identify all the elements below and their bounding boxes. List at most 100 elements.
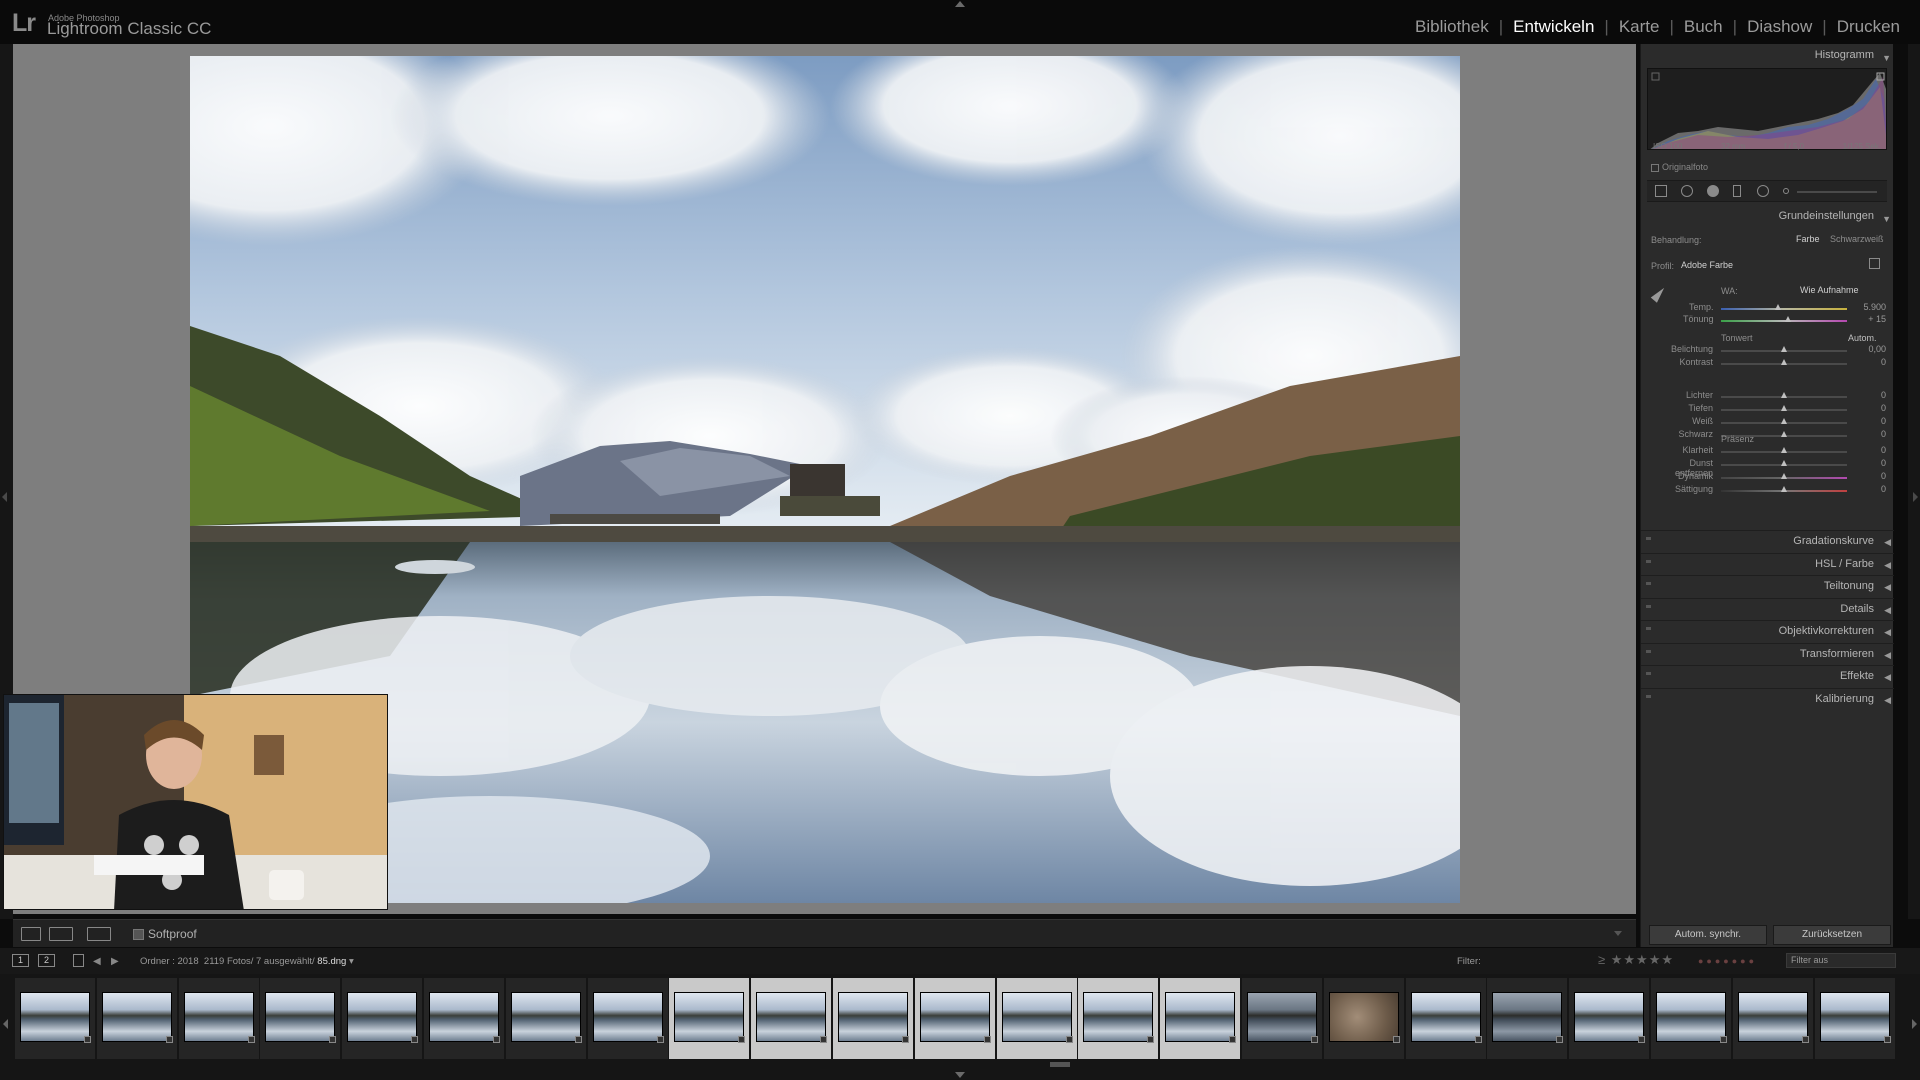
panel-switch-icon[interactable] bbox=[1646, 559, 1651, 563]
filmstrip-thumbnail[interactable] bbox=[1405, 978, 1486, 1059]
panel-header[interactable]: Teiltonung ◀ bbox=[1641, 575, 1894, 595]
slider-knob[interactable] bbox=[1781, 447, 1787, 453]
collapse-right-panel-icon[interactable] bbox=[1913, 492, 1918, 502]
filmstrip-thumbnail[interactable] bbox=[1651, 978, 1731, 1059]
yy-compare-icon[interactable] bbox=[87, 927, 111, 941]
panel-switch-icon[interactable] bbox=[1646, 604, 1651, 608]
develop-badge-icon[interactable] bbox=[1229, 1036, 1237, 1043]
expand-left-panel-icon[interactable] bbox=[2, 492, 7, 502]
develop-badge-icon[interactable] bbox=[247, 1036, 255, 1043]
temp-value[interactable]: 5.900 bbox=[1846, 302, 1886, 312]
expand-icon[interactable]: ◀ bbox=[1884, 627, 1891, 638]
panel-switch-icon[interactable] bbox=[1646, 627, 1651, 630]
slider-knob[interactable] bbox=[1781, 359, 1787, 365]
filmstrip-thumbnail[interactable] bbox=[587, 978, 668, 1059]
wb-eyedropper-icon[interactable] bbox=[1650, 285, 1668, 303]
grid-view-icon[interactable] bbox=[73, 954, 84, 967]
collapse-icon[interactable]: ▼ bbox=[1882, 214, 1891, 224]
expand-icon[interactable]: ◀ bbox=[1884, 582, 1891, 593]
module-print[interactable]: Drucken bbox=[1837, 17, 1900, 37]
filmstrip-thumbnail[interactable] bbox=[15, 978, 95, 1059]
panel-header[interactable]: Effekte ◀ bbox=[1641, 665, 1894, 685]
slider-knob[interactable] bbox=[1781, 346, 1787, 352]
filmstrip-thumbnail[interactable] bbox=[1160, 978, 1241, 1059]
develop-badge-icon[interactable] bbox=[84, 1036, 91, 1043]
filmstrip-thumbnail[interactable] bbox=[751, 978, 832, 1059]
filmstrip-thumbnail[interactable] bbox=[260, 978, 341, 1059]
auto-tone-button[interactable]: Autom. bbox=[1848, 333, 1877, 343]
back-icon[interactable]: ◀ bbox=[93, 956, 101, 967]
temp-knob[interactable] bbox=[1774, 304, 1781, 310]
panel-switch-icon[interactable] bbox=[1646, 672, 1651, 675]
adjustment-slider[interactable] bbox=[1721, 405, 1847, 411]
main-window-button[interactable]: 1 bbox=[12, 954, 29, 967]
develop-badge-icon[interactable] bbox=[329, 1036, 337, 1043]
original-photo-checkbox[interactable] bbox=[1651, 163, 1659, 172]
develop-badge-icon[interactable] bbox=[1556, 1036, 1564, 1043]
radial-filter-icon[interactable] bbox=[1757, 185, 1769, 197]
module-develop[interactable]: Entwickeln bbox=[1513, 17, 1594, 37]
slider-value[interactable]: 0 bbox=[1846, 445, 1886, 455]
panel-switch-icon[interactable] bbox=[1646, 537, 1651, 540]
filmstrip-thumbnail[interactable] bbox=[914, 978, 995, 1059]
toolbar-options-icon[interactable] bbox=[1614, 931, 1622, 936]
star-filter[interactable]: ≥ ★★★★★ bbox=[1598, 952, 1674, 968]
slider-value[interactable]: 0 bbox=[1846, 429, 1886, 439]
develop-badge-icon[interactable] bbox=[1065, 1036, 1073, 1043]
collapse-top-panel-icon[interactable] bbox=[955, 1, 965, 7]
panel-switch-icon[interactable] bbox=[1646, 649, 1651, 653]
tint-value[interactable]: + 15 bbox=[1846, 314, 1886, 324]
before-after-icon[interactable] bbox=[49, 927, 73, 941]
filmstrip-thumbnail[interactable] bbox=[96, 978, 177, 1059]
filmstrip[interactable] bbox=[0, 974, 1920, 1080]
adjustment-brush-icon[interactable] bbox=[1783, 188, 1789, 194]
panel-header[interactable]: Details ◀ bbox=[1641, 597, 1894, 618]
original-photo-toggle[interactable]: Originalfoto bbox=[1651, 162, 1708, 172]
filmstrip-thumbnail[interactable] bbox=[1732, 978, 1813, 1059]
wb-dropdown[interactable]: Wie Aufnahme bbox=[1800, 285, 1859, 295]
filmstrip-thumbnail[interactable] bbox=[1242, 978, 1322, 1059]
right-panel-edge[interactable] bbox=[1908, 44, 1920, 919]
develop-badge-icon[interactable] bbox=[493, 1036, 500, 1043]
profile-browser-icon[interactable] bbox=[1869, 258, 1880, 269]
color-label-filter[interactable]: ●●●●●●● bbox=[1698, 956, 1757, 966]
adjustment-slider[interactable] bbox=[1721, 460, 1847, 466]
develop-badge-icon[interactable] bbox=[1801, 1036, 1809, 1043]
develop-badge-icon[interactable] bbox=[1720, 1036, 1727, 1043]
develop-badge-icon[interactable] bbox=[983, 1036, 991, 1043]
develop-badge-icon[interactable] bbox=[1638, 1036, 1646, 1043]
filmstrip-scrollbar[interactable] bbox=[1050, 1062, 1070, 1067]
slider-value[interactable]: 0 bbox=[1846, 458, 1886, 468]
reset-button[interactable]: Zurücksetzen bbox=[1773, 925, 1891, 945]
slider-knob[interactable] bbox=[1781, 486, 1787, 492]
basic-header[interactable]: Grundeinstellungen ▼ bbox=[1641, 210, 1894, 230]
slider-knob[interactable] bbox=[1781, 473, 1787, 479]
develop-badge-icon[interactable] bbox=[656, 1036, 664, 1043]
filmstrip-scroll-left-icon[interactable] bbox=[3, 1019, 8, 1029]
filmstrip-scroll-right-icon[interactable] bbox=[1912, 1019, 1917, 1029]
slider-knob[interactable] bbox=[1781, 405, 1787, 411]
spot-removal-icon[interactable] bbox=[1681, 185, 1693, 197]
adjustment-slider[interactable] bbox=[1721, 473, 1847, 479]
collapse-icon[interactable]: ▼ bbox=[1882, 53, 1891, 63]
slider-value[interactable]: 0 bbox=[1846, 484, 1886, 494]
red-eye-icon[interactable] bbox=[1707, 185, 1719, 197]
filmstrip-thumbnail[interactable] bbox=[342, 978, 423, 1059]
slider-knob[interactable] bbox=[1781, 418, 1787, 424]
adjustment-slider[interactable] bbox=[1721, 392, 1847, 398]
filmstrip-thumbnail[interactable] bbox=[1814, 978, 1895, 1059]
slider-value[interactable]: 0,00 bbox=[1846, 344, 1886, 354]
filmstrip-thumbnail[interactable] bbox=[1078, 978, 1159, 1059]
panel-switch-icon[interactable] bbox=[1646, 582, 1651, 585]
module-library[interactable]: Bibliothek bbox=[1415, 17, 1489, 37]
filmstrip-thumbnail[interactable] bbox=[996, 978, 1077, 1059]
auto-sync-button[interactable]: Autom. synchr. bbox=[1649, 925, 1767, 945]
graduated-filter-icon[interactable] bbox=[1733, 185, 1741, 197]
temp-slider[interactable] bbox=[1721, 304, 1847, 310]
slider-value[interactable]: 0 bbox=[1846, 471, 1886, 481]
filter-dropdown[interactable]: Filter aus bbox=[1786, 953, 1896, 968]
tint-knob[interactable] bbox=[1784, 316, 1791, 322]
adjustment-slider[interactable] bbox=[1721, 486, 1847, 492]
slider-value[interactable]: 0 bbox=[1846, 390, 1886, 400]
slider-value[interactable]: 0 bbox=[1846, 357, 1886, 367]
